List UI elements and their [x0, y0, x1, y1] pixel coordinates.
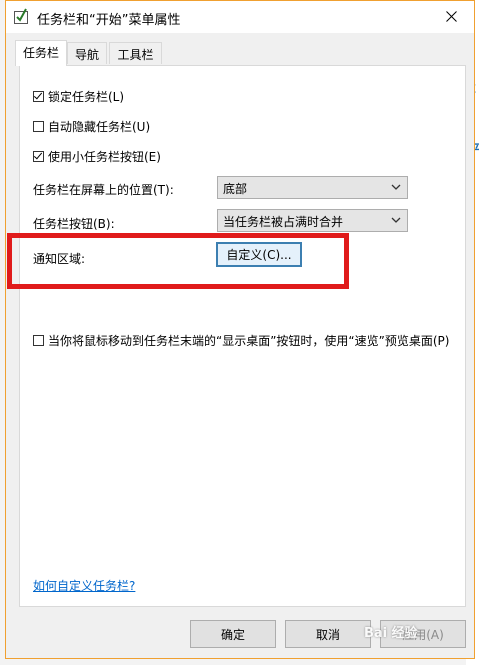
taskbar-position-value: 底部 — [223, 182, 248, 196]
how-to-customize-link[interactable]: 如何自定义任务栏? — [33, 577, 135, 594]
tab-toolbars[interactable]: 工具栏 — [109, 42, 162, 64]
tab-taskbar[interactable]: 任务栏 — [15, 40, 67, 66]
taskbar-position-label: 任务栏在屏幕上的位置(T): — [33, 183, 174, 197]
auto-hide-label: 自动隐藏任务栏(U) — [48, 120, 151, 134]
close-button[interactable] — [428, 1, 474, 31]
title-bar[interactable]: 任务栏和“开始”菜单属性 — [6, 1, 474, 33]
taskbar-properties-dialog: 任务栏和“开始”菜单属性 任务栏 导航 工具栏 锁定任务栏(L) 自动隐藏任务栏… — [5, 0, 475, 659]
small-buttons-label: 使用小任务栏按钮(E) — [48, 150, 161, 164]
lock-taskbar-option[interactable]: 锁定任务栏(L) — [33, 88, 124, 105]
taskbar-buttons-value: 当任务栏被占满时合并 — [223, 215, 344, 229]
window-title: 任务栏和“开始”菜单属性 — [37, 13, 181, 28]
close-icon — [445, 10, 457, 22]
ok-button[interactable]: 确定 — [190, 620, 276, 648]
chevron-down-icon — [391, 217, 401, 223]
notification-area-highlight — [7, 233, 349, 289]
taskbar-position-select[interactable]: 底部 — [217, 176, 408, 199]
watermark-text: Bai 经验 — [364, 626, 418, 641]
small-buttons-option[interactable]: 使用小任务栏按钮(E) — [33, 148, 161, 165]
cancel-button[interactable]: 取消 — [285, 620, 371, 648]
chevron-down-icon — [391, 184, 401, 190]
tab-navigation[interactable]: 导航 — [67, 42, 107, 64]
small-buttons-checkbox[interactable] — [33, 151, 44, 162]
checklist-icon — [14, 8, 28, 24]
lock-taskbar-label: 锁定任务栏(L) — [48, 90, 125, 104]
peek-label: 当你将鼠标移动到任务栏末端的“显示桌面”按钮时，使用“速览”预览桌面(P) — [48, 334, 450, 348]
lock-taskbar-checkbox[interactable] — [33, 91, 44, 102]
taskbar-buttons-label: 任务栏按钮(B): — [33, 217, 115, 231]
auto-hide-checkbox[interactable] — [33, 121, 44, 132]
taskbar-buttons-select[interactable]: 当任务栏被占满时合并 — [217, 209, 408, 232]
peek-checkbox[interactable] — [33, 335, 44, 346]
auto-hide-option[interactable]: 自动隐藏任务栏(U) — [33, 118, 150, 135]
peek-option[interactable]: 当你将鼠标移动到任务栏末端的“显示桌面”按钮时，使用“速览”预览桌面(P) — [33, 332, 449, 349]
taskbar-tab-panel: 锁定任务栏(L) 自动隐藏任务栏(U) 使用小任务栏按钮(E) 任务栏在屏幕上的… — [19, 65, 466, 607]
